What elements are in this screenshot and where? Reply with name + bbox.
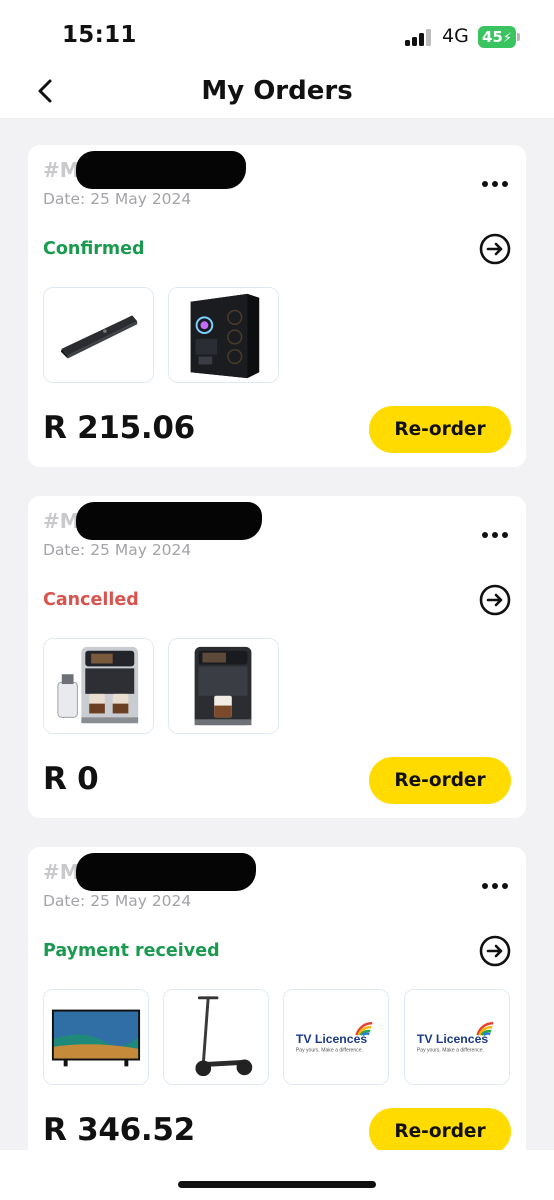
tv-licences-logo-image: TV Licences Pay yours. Make a difference… <box>284 990 388 1084</box>
order-id: #M <box>43 860 80 884</box>
reorder-button[interactable]: Re-order <box>369 757 511 804</box>
more-options-icon[interactable] <box>482 181 508 189</box>
order-status: Cancelled <box>43 590 139 610</box>
tv-licences-name: TV Licences <box>417 1032 489 1046</box>
order-date: Date: 25 May 2024 <box>43 892 192 910</box>
page-title: My Orders <box>201 76 353 106</box>
arrow-right-circle-icon[interactable] <box>479 935 511 967</box>
tv-licences-tagline: Pay yours. Make a difference. <box>417 1048 484 1054</box>
battery-icon: 45⚡ <box>478 26 520 48</box>
reorder-button[interactable]: Re-order <box>369 406 511 453</box>
bottom-safe-area <box>0 1150 554 1200</box>
reorder-button[interactable]: Re-order <box>369 1108 511 1155</box>
order-card: #M Date: 25 May 2024 Payment received TV… <box>28 847 526 1169</box>
more-options-icon[interactable] <box>482 532 508 540</box>
order-status: Payment received <box>43 941 220 961</box>
order-total: R 346.52 <box>43 1112 195 1148</box>
arrow-right-circle-icon[interactable] <box>479 584 511 616</box>
product-thumbnail-soundbar[interactable] <box>43 287 154 383</box>
top-bar: 15:11 4G 45⚡ My Orders <box>0 0 554 118</box>
tv-licences-name: TV Licences <box>296 1032 368 1046</box>
network-type: 4G <box>442 25 469 47</box>
product-thumbnail-coffee-machine-with-milk-jug[interactable] <box>43 638 154 734</box>
order-total: R 0 <box>43 761 99 797</box>
home-indicator[interactable] <box>178 1181 376 1188</box>
coffee-machine-image <box>44 639 153 733</box>
pc-case-image <box>169 288 278 382</box>
more-options-icon[interactable] <box>482 883 508 891</box>
product-thumbnail-pc-case[interactable] <box>168 287 279 383</box>
television-image <box>44 990 148 1084</box>
cellular-signal-icon <box>405 28 433 46</box>
product-thumbnail-television[interactable] <box>43 989 149 1085</box>
order-id: #M <box>43 509 80 533</box>
tv-licences-tagline: Pay yours. Make a difference. <box>296 1048 363 1054</box>
coffee-machine-image <box>169 639 278 733</box>
redaction-mark <box>76 853 256 891</box>
product-thumbnail-coffee-machine[interactable] <box>168 638 279 734</box>
order-status: Confirmed <box>43 239 145 259</box>
electric-scooter-image <box>164 990 268 1084</box>
redaction-mark <box>76 151 246 189</box>
soundbar-image <box>44 288 153 382</box>
order-card: #M Date: 25 May 2024 Confirmed R 215.06 <box>28 145 526 467</box>
order-date: Date: 25 May 2024 <box>43 190 192 208</box>
battery-level: 45 <box>481 28 503 46</box>
order-id: #M <box>43 158 80 182</box>
order-card: #M Date: 25 May 2024 Cancelled R 0 Re-or… <box>28 496 526 818</box>
status-time: 15:11 <box>62 22 137 48</box>
order-total: R 215.06 <box>43 410 195 446</box>
order-date: Date: 25 May 2024 <box>43 541 192 559</box>
arrow-right-circle-icon[interactable] <box>479 233 511 265</box>
product-thumbnail-tv-licences[interactable]: TV Licences Pay yours. Make a difference… <box>404 989 510 1085</box>
product-thumbnail-tv-licences[interactable]: TV Licences Pay yours. Make a difference… <box>283 989 389 1085</box>
product-thumbnail-electric-scooter[interactable] <box>163 989 269 1085</box>
tv-licences-logo-image: TV Licences Pay yours. Make a difference… <box>405 990 509 1084</box>
redaction-mark <box>76 502 262 540</box>
